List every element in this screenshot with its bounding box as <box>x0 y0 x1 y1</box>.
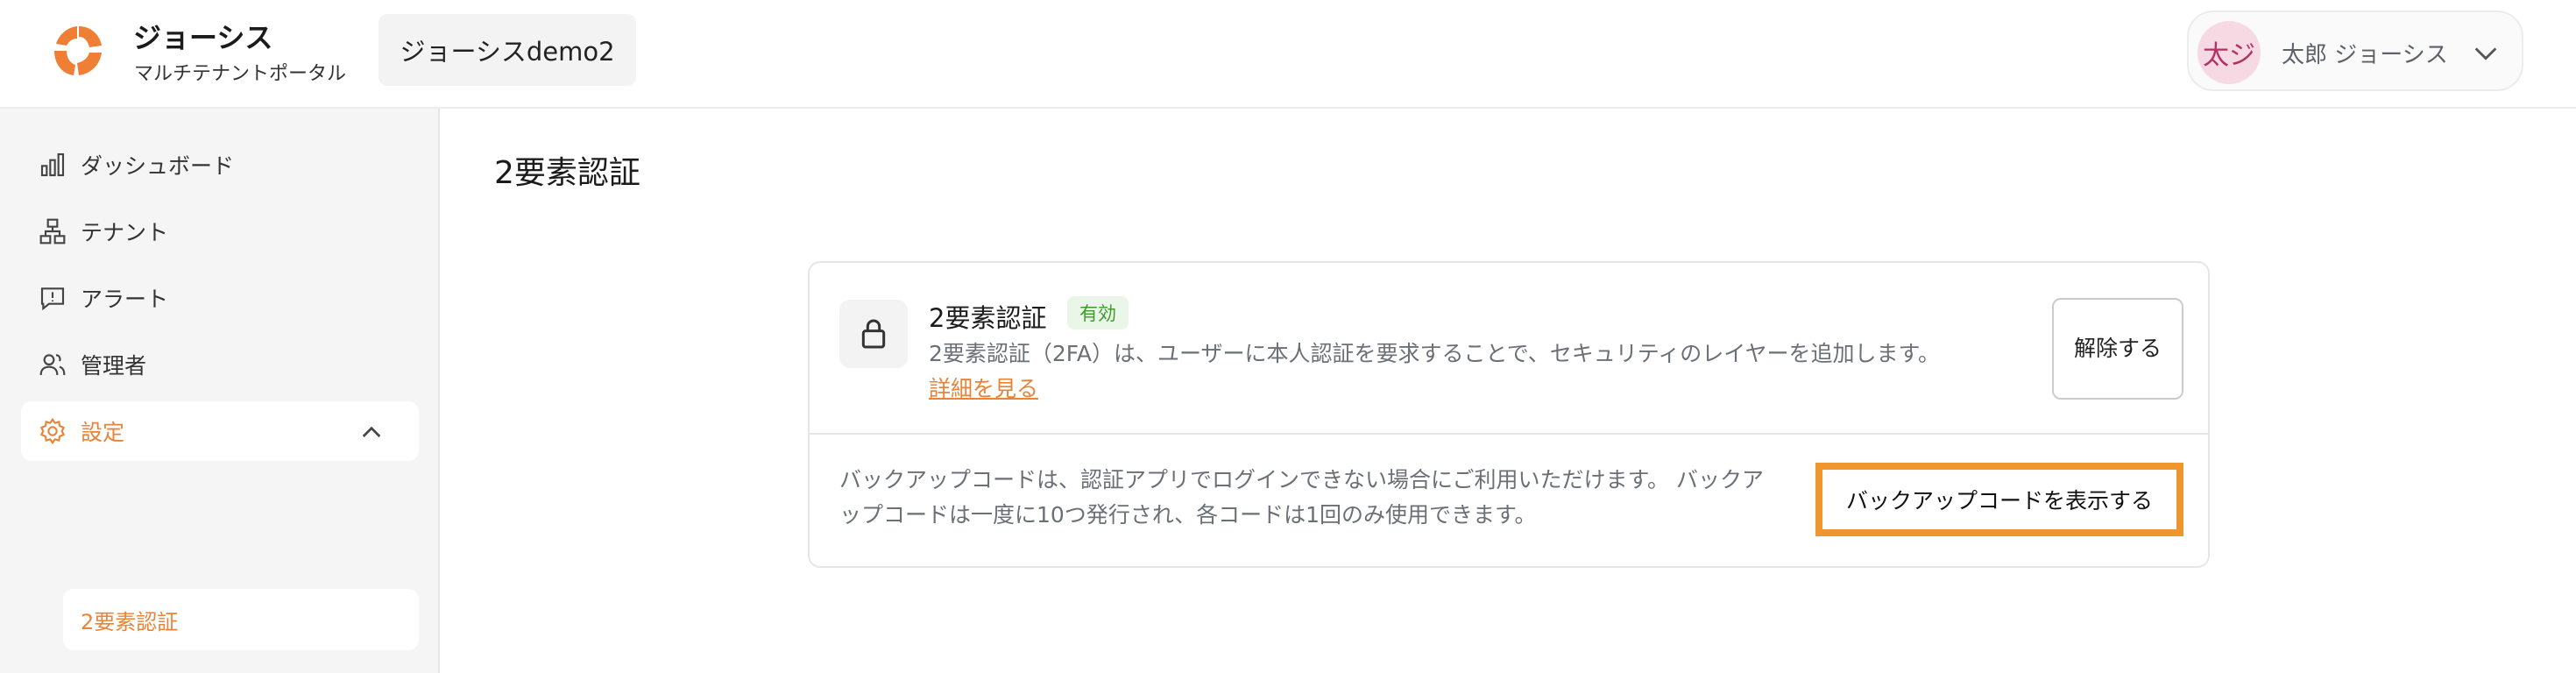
chevron-down-icon <box>2474 47 2497 60</box>
sidebar: ダッシュボード テナント アラート 管理者 設定 2要素認証 <box>0 109 440 673</box>
sidebar-item-label: 管理者 <box>81 353 147 379</box>
sidebar-item-tenants[interactable]: テナント <box>21 202 419 261</box>
show-backup-codes-button[interactable]: バックアップコードを表示する <box>1815 463 2183 536</box>
gear-icon <box>39 417 66 445</box>
alert-message-icon <box>40 287 65 311</box>
chevron-up-icon <box>362 426 381 437</box>
sidebar-item-dashboard[interactable]: ダッシュボード <box>21 135 419 195</box>
twofa-description-text: 2要素認証（2FA）は、ユーザーに本人認証を要求することで、セキュリティのレイヤ… <box>929 341 1941 366</box>
sidebar-subitem-label: 2要素認証 <box>81 609 179 634</box>
org-tree-icon <box>39 218 66 244</box>
twofa-card: 2要素認証 有効 2要素認証（2FA）は、ユーザーに本人認証を要求することで、セ… <box>808 261 2210 568</box>
tenant-selector[interactable]: ジョーシスdemo2 <box>379 14 636 86</box>
disable-2fa-button[interactable]: 解除する <box>2052 298 2183 400</box>
sidebar-item-label: アラート <box>81 287 169 312</box>
sidebar-subitem-2fa[interactable]: 2要素認証 <box>63 589 419 650</box>
avatar: 太ジ <box>2197 21 2261 84</box>
sidebar-item-alerts[interactable]: アラート <box>21 268 419 328</box>
twofa-section: 2要素認証 有効 2要素認証（2FA）は、ユーザーに本人認証を要求することで、セ… <box>810 263 2208 435</box>
top-header: ジョーシス マルチテナントポータル ジョーシスdemo2 太ジ 太郎 ジョーシス <box>0 0 2576 109</box>
app-subtitle: マルチテナントポータル <box>134 63 347 85</box>
sidebar-item-label: ダッシュボード <box>81 153 235 179</box>
lock-icon <box>861 319 886 349</box>
backup-description: バックアップコードは、認証アプリでログインできない場合にご利用いただけます。 バ… <box>839 467 1764 528</box>
bar-chart-icon <box>40 152 65 177</box>
sidebar-item-label: テナント <box>81 220 169 245</box>
twofa-description: 2要素認証（2FA）は、ユーザーに本人認証を要求することで、セキュリティのレイヤ… <box>929 336 1954 407</box>
sidebar-item-label: 設定 <box>81 420 125 445</box>
sidebar-item-settings[interactable]: 設定 <box>21 401 419 461</box>
josys-logo-icon[interactable] <box>51 23 107 79</box>
status-badge: 有効 <box>1067 296 1129 329</box>
sidebar-item-admins[interactable]: 管理者 <box>21 335 419 394</box>
lock-icon-box <box>839 300 908 368</box>
app-name: ジョーシス <box>133 21 273 54</box>
users-icon <box>39 354 66 376</box>
page-title: 2要素認証 <box>494 155 640 191</box>
user-menu[interactable]: 太ジ 太郎 ジョーシス <box>2187 11 2523 91</box>
twofa-title: 2要素認証 <box>929 303 1047 333</box>
user-name: 太郎 ジョーシス <box>2282 42 2448 68</box>
details-link[interactable]: 詳細を見る <box>929 376 1038 401</box>
